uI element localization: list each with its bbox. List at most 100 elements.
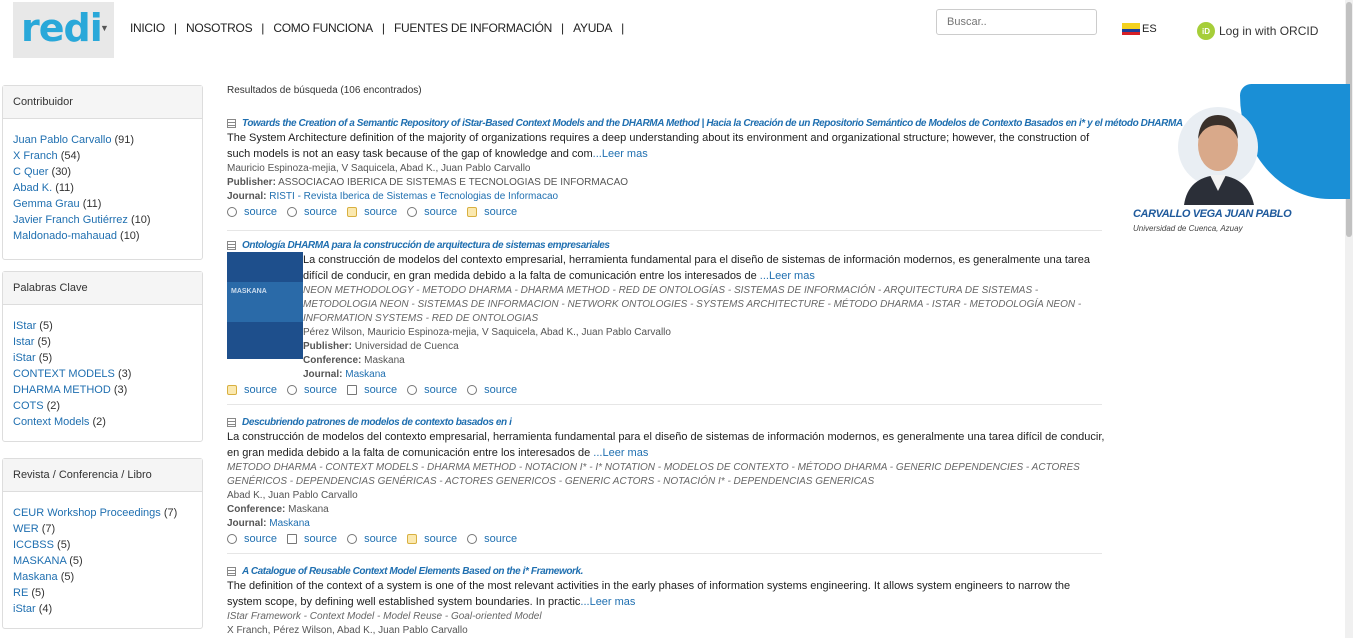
source-link[interactable]: source [227,384,277,396]
facet-link[interactable]: RE [13,587,28,599]
result-title[interactable]: Ontología DHARMA para la construcción de… [227,238,1107,252]
facet-link[interactable]: Context Models [13,416,89,428]
result-title[interactable]: A Catalogue of Reusable Context Model El… [227,564,1107,578]
source-link[interactable]: source [407,384,457,396]
facet-link[interactable]: COTS [13,400,44,412]
source-link[interactable]: source [467,384,517,396]
conference-value: Maskana [288,504,329,515]
facet-link[interactable]: Maskana [13,571,58,583]
redi-logo[interactable]: redi ▼ [13,2,114,58]
facet-item[interactable]: Gemma Grau (11) [13,196,192,212]
facet-link[interactable]: DHARMA METHOD [13,384,111,396]
facet-item[interactable]: Context Models (2) [13,414,192,430]
facet-item[interactable]: Istar (5) [13,334,192,350]
facet-link[interactable]: Abad K. [13,182,52,194]
facet-item[interactable]: CONTEXT MODELS (3) [13,366,192,382]
facet-count: (11) [82,198,102,210]
nav-nosotros[interactable]: NOSOTROS [186,21,253,35]
journal-link[interactable]: Maskana [345,369,386,380]
facet-item[interactable]: CEUR Workshop Proceedings (7) [13,505,192,521]
source-link[interactable]: source [467,533,517,545]
source-link[interactable]: source [287,384,337,396]
result-title[interactable]: Descubriendo patrones de modelos de cont… [227,415,1107,429]
facet-item[interactable]: Maldonado-mahauad (10) [13,228,192,244]
facet-link[interactable]: iStar [13,352,36,364]
facet-link[interactable]: MASKANA [13,555,66,567]
facet-link[interactable]: Gemma Grau [13,198,80,210]
profile-photo[interactable] [1176,95,1261,205]
facet-item[interactable]: Juan Pablo Carvallo (91) [13,132,192,148]
facet-item[interactable]: IStar (5) [13,318,192,334]
result-publisher: Publisher: Universidad de Cuenca [303,340,1107,354]
result-title-text[interactable]: A Catalogue of Reusable Context Model El… [242,566,583,577]
source-link[interactable]: source [347,384,397,396]
facet-count: (5) [31,587,45,599]
facet-link[interactable]: Istar [13,336,34,348]
result-authors: Mauricio Espinoza-mejia, V Saquicela, Ab… [227,163,531,174]
source-link[interactable]: source [287,533,337,545]
facet-item[interactable]: MASKANA (5) [13,553,192,569]
source-link[interactable]: source [347,533,397,545]
read-more-link[interactable]: ...Leer mas [593,148,648,160]
facet-item[interactable]: iStar (5) [13,350,192,366]
facet-item[interactable]: Maskana (5) [13,569,192,585]
nav-ayuda[interactable]: AYUDA [573,21,612,35]
result-title-text[interactable]: Towards the Creation of a Semantic Repos… [242,118,1183,129]
journal-link[interactable]: Maskana [269,518,310,529]
globe-icon [407,385,418,395]
nav-como-funciona[interactable]: COMO FUNCIONA [273,21,373,35]
facet-link[interactable]: CEUR Workshop Proceedings [13,507,161,519]
facet-item[interactable]: COTS (2) [13,398,192,414]
globe-icon [227,207,237,217]
globe-icon [407,207,418,217]
orcid-login-button[interactable]: iD Log in with ORCID [1197,22,1318,40]
source-link[interactable]: source [227,206,277,218]
facet-link[interactable]: IStar [13,320,36,332]
nav-inicio[interactable]: INICIO [130,21,165,35]
facet-link[interactable]: Juan Pablo Carvallo [13,134,111,146]
facet-item[interactable]: Abad K. (11) [13,180,192,196]
journal-cover-image[interactable]: MASKANA [227,252,303,359]
facet-link[interactable]: ICCBSS [13,539,54,551]
facet-link[interactable]: CONTEXT MODELS [13,368,115,380]
nav-fuentes[interactable]: FUENTES DE INFORMACIÓN [394,21,552,35]
result-title-text[interactable]: Ontología DHARMA para la construcción de… [242,240,610,251]
pdf-icon [287,534,298,544]
facet-link[interactable]: Maldonado-mahauad [13,230,117,242]
caret-down-icon: ▼ [100,23,109,33]
result-item: Descubriendo patrones de modelos de cont… [227,415,1107,547]
source-link[interactable]: source [227,533,277,545]
facet-link[interactable]: WER [13,523,39,535]
search-input[interactable] [936,9,1097,35]
result-title-text[interactable]: Descubriendo patrones de modelos de cont… [242,417,512,428]
result-authors: X Franch, Pérez Wilson, Abad K., Juan Pa… [227,625,468,636]
read-more-link[interactable]: ...Leer mas [593,447,648,459]
facet-count: (4) [38,603,53,615]
profile-name[interactable]: CARVALLO VEGA JUAN PABLO [1133,208,1292,220]
journal-link[interactable]: RISTI - Revista Iberica de Sistemas e Te… [269,191,558,202]
source-link[interactable]: source [467,206,517,218]
language-selector[interactable]: ES [1122,23,1157,35]
conference-value: Maskana [364,355,405,366]
facet-item[interactable]: X Franch (54) [13,148,192,164]
facet-item[interactable]: DHARMA METHOD (3) [13,382,192,398]
facet-link[interactable]: C Quer [13,166,48,178]
read-more-link[interactable]: ...Leer mas [580,596,635,608]
facet-item[interactable]: WER (7) [13,521,192,537]
facet-item[interactable]: Javier Franch Gutiérrez (10) [13,212,192,228]
facet-item[interactable]: RE (5) [13,585,192,601]
facet-link[interactable]: Javier Franch Gutiérrez [13,214,128,226]
source-link[interactable]: source [347,206,397,218]
source-link[interactable]: source [407,206,457,218]
facet-link[interactable]: iStar [13,603,36,615]
source-link[interactable]: source [407,533,457,545]
source-link[interactable]: source [287,206,337,218]
facet-item[interactable]: iStar (4) [13,601,192,617]
facet-item[interactable]: ICCBSS (5) [13,537,192,553]
result-title[interactable]: Towards the Creation of a Semantic Repos… [227,116,1183,130]
facet-list: IStar (5) Istar (5) iStar (5) CONTEXT MO… [3,305,202,436]
source-links: source source source source source [227,204,1107,220]
read-more-link[interactable]: ...Leer mas [760,270,815,282]
facet-item[interactable]: C Quer (30) [13,164,192,180]
facet-link[interactable]: X Franch [13,150,58,162]
